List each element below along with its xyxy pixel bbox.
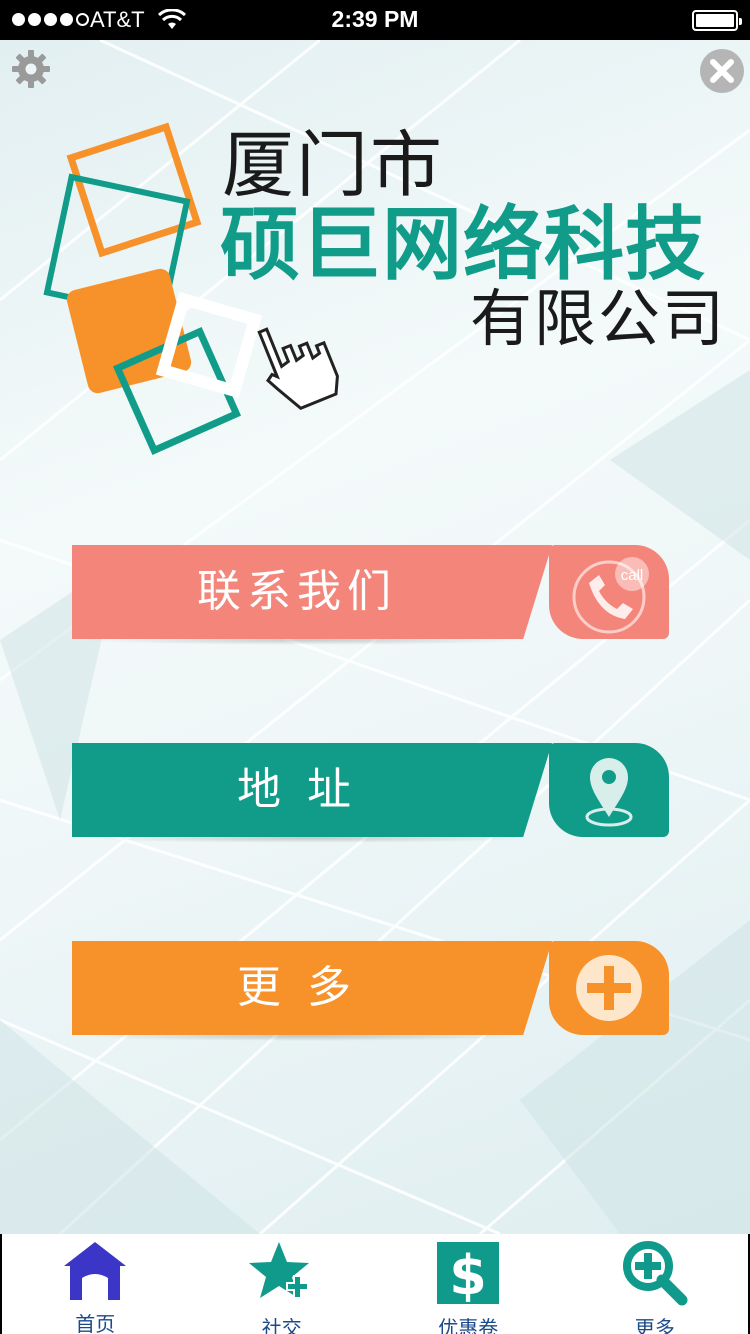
main-content: 厦门市 硕巨网络科技 有限公司 联系我们 call 地 址 更 多 (0, 40, 750, 1234)
svg-text:$: $ (449, 1244, 487, 1306)
status-time: 2:39 PM (331, 6, 419, 32)
more-button[interactable]: 更 多 (72, 941, 672, 1041)
contact-us-label: 联系我们 (197, 566, 397, 617)
tab-more-label: 更多 (634, 1316, 675, 1334)
tab-coupons[interactable]: $ 优惠卷 (375, 1234, 562, 1334)
plus-circle-icon (549, 941, 669, 1035)
logo-line-suffix: 有限公司 (470, 282, 727, 355)
call-badge: call (621, 567, 644, 584)
home-icon (62, 1240, 128, 1302)
contact-us-button[interactable]: 联系我们 call (72, 545, 672, 645)
tab-home-label: 首页 (75, 1312, 116, 1334)
battery-icon (692, 10, 742, 31)
location-pin-icon (549, 743, 669, 837)
address-label: 地 址 (237, 764, 357, 815)
status-bar: AT&T 2:39 PM (0, 0, 750, 40)
tab-more[interactable]: 更多 (562, 1234, 749, 1334)
star-plus-icon (248, 1240, 315, 1306)
dollar-icon: $ (435, 1240, 501, 1306)
search-plus-icon (622, 1240, 688, 1306)
more-label: 更 多 (237, 962, 357, 1013)
tab-social[interactable]: 社交 (189, 1234, 376, 1334)
phone-call-icon: call (549, 545, 669, 639)
tab-home[interactable]: 首页 (2, 1234, 189, 1334)
address-button[interactable]: 地 址 (72, 743, 672, 843)
bottom-tab-bar: 首页 社交 $ 优惠卷 更多 (0, 1234, 750, 1334)
gear-icon[interactable] (10, 48, 52, 90)
tab-social-label: 社交 (261, 1316, 302, 1334)
close-icon[interactable] (699, 48, 745, 94)
tab-coupons-label: 优惠卷 (438, 1316, 499, 1334)
